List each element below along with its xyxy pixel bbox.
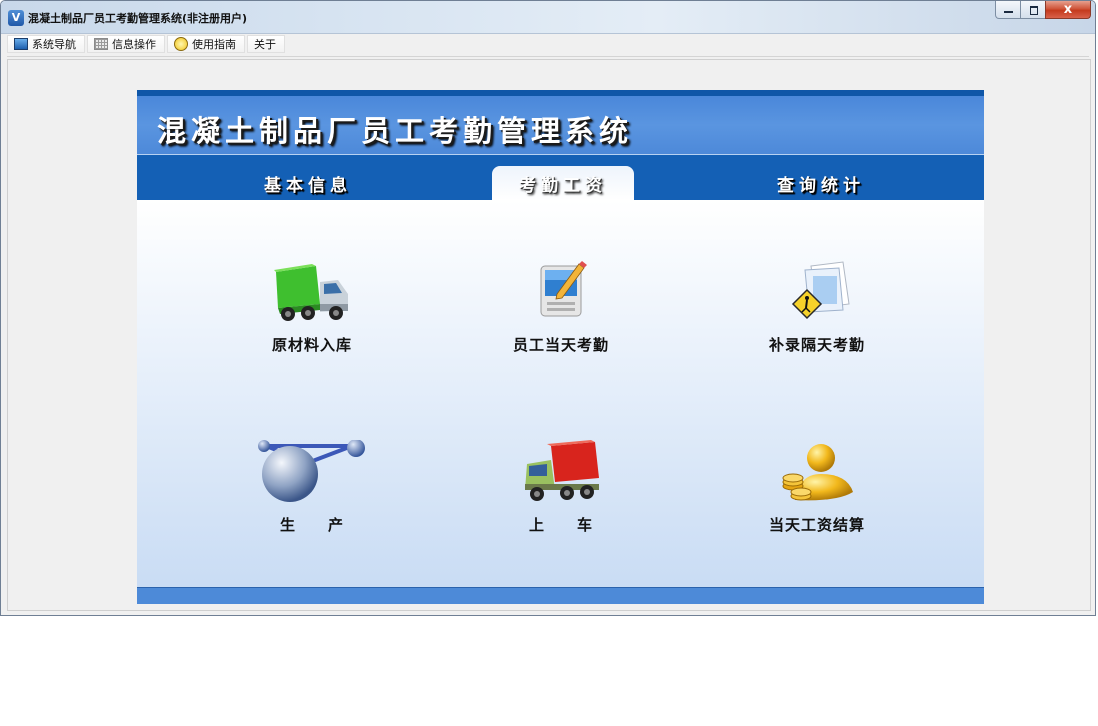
item-daily-salary-settlement[interactable]: 当天工资结算: [727, 440, 907, 535]
item-label: 当天工资结算: [768, 516, 865, 534]
main-panel: 混凝土制品厂员工考勤管理系统 基本信息 考勤工资 查询统计 原材料入库 员工当天…: [137, 90, 984, 604]
window-title: 混凝土制品厂员工考勤管理系统(非注册用户): [28, 12, 248, 25]
close-button[interactable]: x: [1045, 1, 1091, 19]
item-label: 原材料入库: [271, 336, 352, 354]
clock-icon: [174, 37, 188, 51]
computer-pencil-icon: [540, 261, 587, 317]
documents-warning-icon: [791, 261, 850, 320]
menu-item-guide[interactable]: 使用指南: [167, 35, 245, 53]
item-label: 补录隔天考勤: [768, 336, 865, 354]
restore-button[interactable]: [1020, 1, 1046, 19]
grid-icon: [94, 38, 108, 50]
gold-person-coins-icon: [782, 444, 853, 501]
menu-bar: 系统导航 信息操作 使用指南 关于: [7, 35, 287, 55]
item-production[interactable]: 生 产: [222, 440, 402, 535]
tab-basic-info[interactable]: 基本信息: [237, 166, 379, 200]
tab-query-stats[interactable]: 查询统计: [750, 166, 892, 200]
item-label: 上 车: [528, 516, 593, 534]
function-grid: 原材料入库 员工当天考勤 补录隔天考勤 生 产 上 车 当天工资结算: [137, 200, 984, 587]
menu-item-label: 信息操作: [112, 38, 156, 51]
menu-item-label: 使用指南: [192, 38, 236, 51]
window-controls: x: [995, 1, 1091, 21]
menu-item-label: 关于: [254, 38, 276, 51]
green-truck-icon: [274, 264, 348, 321]
item-label: 员工当天考勤: [512, 336, 609, 354]
molecule-sphere-icon: [258, 440, 365, 502]
item-daily-attendance[interactable]: 员工当天考勤: [471, 260, 651, 355]
menu-item-system-nav[interactable]: 系统导航: [7, 35, 85, 53]
minimize-button[interactable]: [995, 1, 1021, 19]
panel-bottom-strip: [137, 587, 984, 604]
menu-item-about[interactable]: 关于: [247, 35, 285, 53]
tab-attendance-salary[interactable]: 考勤工资: [492, 166, 634, 200]
banner: 混凝土制品厂员工考勤管理系统: [137, 96, 984, 154]
app-icon[interactable]: V: [8, 10, 24, 26]
item-label: 生 产: [279, 516, 344, 534]
item-supplement-attendance[interactable]: 补录隔天考勤: [727, 260, 907, 355]
menu-separator: [7, 56, 1089, 57]
close-icon: x: [1063, 2, 1073, 17]
item-loading[interactable]: 上 车: [471, 440, 651, 535]
red-truck-icon: [525, 440, 599, 501]
menu-item-label: 系统导航: [32, 38, 76, 51]
banner-title: 混凝土制品厂员工考勤管理系统: [157, 114, 634, 148]
monitor-icon: [14, 38, 28, 50]
item-raw-material-inbound[interactable]: 原材料入库: [222, 260, 402, 355]
title-bar[interactable]: V 混凝土制品厂员工考勤管理系统(非注册用户) x: [1, 1, 1095, 34]
menu-item-info-ops[interactable]: 信息操作: [87, 35, 165, 53]
tab-bar: 基本信息 考勤工资 查询统计: [137, 155, 984, 200]
